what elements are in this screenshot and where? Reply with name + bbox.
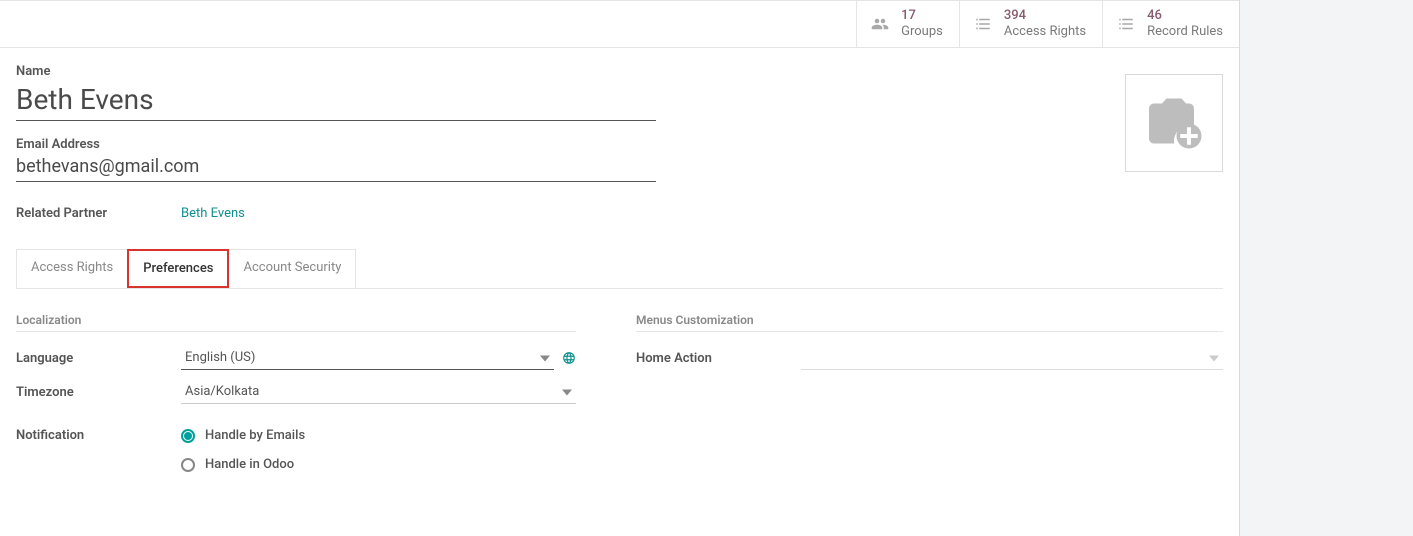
stat-record-rules[interactable]: 46 Record Rules — [1102, 1, 1239, 47]
stat-groups-count: 17 — [901, 8, 943, 24]
timezone-label: Timezone — [16, 385, 181, 400]
stat-record-rules-label: Record Rules — [1147, 24, 1223, 40]
email-input[interactable] — [16, 154, 656, 182]
stat-groups-label: Groups — [901, 24, 943, 40]
timezone-select[interactable] — [181, 380, 576, 404]
partner-label: Related Partner — [16, 206, 181, 221]
stat-access-rights[interactable]: 394 Access Rights — [959, 1, 1102, 47]
radio-handle-in-odoo[interactable] — [181, 458, 195, 472]
stat-access-rights-count: 394 — [1004, 8, 1086, 24]
tab-access-rights[interactable]: Access Rights — [16, 249, 128, 288]
name-input[interactable] — [16, 81, 656, 121]
language-label: Language — [16, 351, 181, 366]
radio-label-odoo[interactable]: Handle in Odoo — [205, 457, 294, 472]
stat-buttons-bar: 17 Groups 394 Access Rights 46 Record Ru… — [0, 0, 1239, 48]
radio-label-emails[interactable]: Handle by Emails — [205, 428, 305, 443]
section-localization: Localization — [16, 313, 576, 332]
notification-label: Notification — [16, 428, 181, 443]
tabs: Access Rights Preferences Account Securi… — [16, 249, 1223, 289]
list-icon — [1115, 13, 1137, 35]
users-icon — [869, 13, 891, 35]
home-action-label: Home Action — [636, 351, 801, 366]
globe-icon[interactable] — [562, 351, 576, 365]
email-label: Email Address — [16, 137, 656, 152]
tab-account-security[interactable]: Account Security — [228, 249, 356, 288]
name-label: Name — [16, 64, 656, 79]
radio-handle-by-emails[interactable] — [181, 429, 195, 443]
language-select[interactable] — [181, 346, 554, 370]
partner-link[interactable]: Beth Evens — [181, 206, 245, 221]
stat-record-rules-count: 46 — [1147, 8, 1223, 24]
section-menus-customization: Menus Customization — [636, 313, 1223, 332]
stat-groups[interactable]: 17 Groups — [856, 1, 959, 47]
tab-preferences[interactable]: Preferences — [127, 249, 229, 288]
stat-access-rights-label: Access Rights — [1004, 24, 1086, 40]
home-action-select[interactable] — [801, 346, 1223, 370]
list-icon — [972, 13, 994, 35]
